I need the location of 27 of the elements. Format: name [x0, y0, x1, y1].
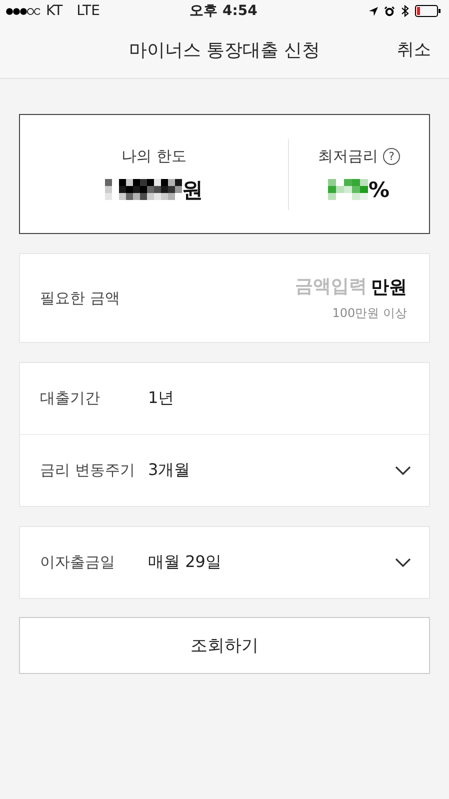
status-time: 오후 4:54: [190, 2, 258, 20]
help-button[interactable]: ?: [383, 148, 400, 164]
bluetooth-icon: [400, 5, 409, 17]
rate-label: 최저금리: [318, 146, 378, 166]
option-label: 금리 변동주기: [40, 461, 136, 480]
amount-hint: 100만원 이상: [332, 304, 407, 322]
amount-unit: 만원: [371, 276, 407, 298]
amount-label: 필요한 금액: [40, 288, 120, 308]
signal-icon: [6, 8, 40, 14]
inquire-button[interactable]: 조회하기: [19, 617, 430, 674]
option-value[interactable]: 매월 29일: [148, 552, 395, 573]
battery-icon: [414, 5, 441, 17]
location-arrow-icon: [368, 6, 378, 16]
option-value[interactable]: 3개월: [148, 460, 395, 481]
option-label: 대출기간: [40, 389, 101, 408]
chevron-down-icon[interactable]: [395, 558, 411, 567]
cancel-button[interactable]: 취소: [397, 38, 431, 61]
limit-label: 나의 한도: [122, 146, 186, 166]
screen-title: 마이너스 통장대출 신청: [128, 39, 320, 62]
limit-unit: 원: [182, 176, 203, 204]
rate-unit: %: [368, 178, 390, 202]
network-type: LTE: [76, 3, 100, 19]
chevron-down-icon[interactable]: [395, 466, 411, 475]
carrier-name: KT: [46, 3, 63, 19]
alarm-clock-icon: [384, 6, 395, 16]
option-value: 1년: [148, 388, 176, 409]
option-label: 이자출금일: [40, 553, 116, 572]
